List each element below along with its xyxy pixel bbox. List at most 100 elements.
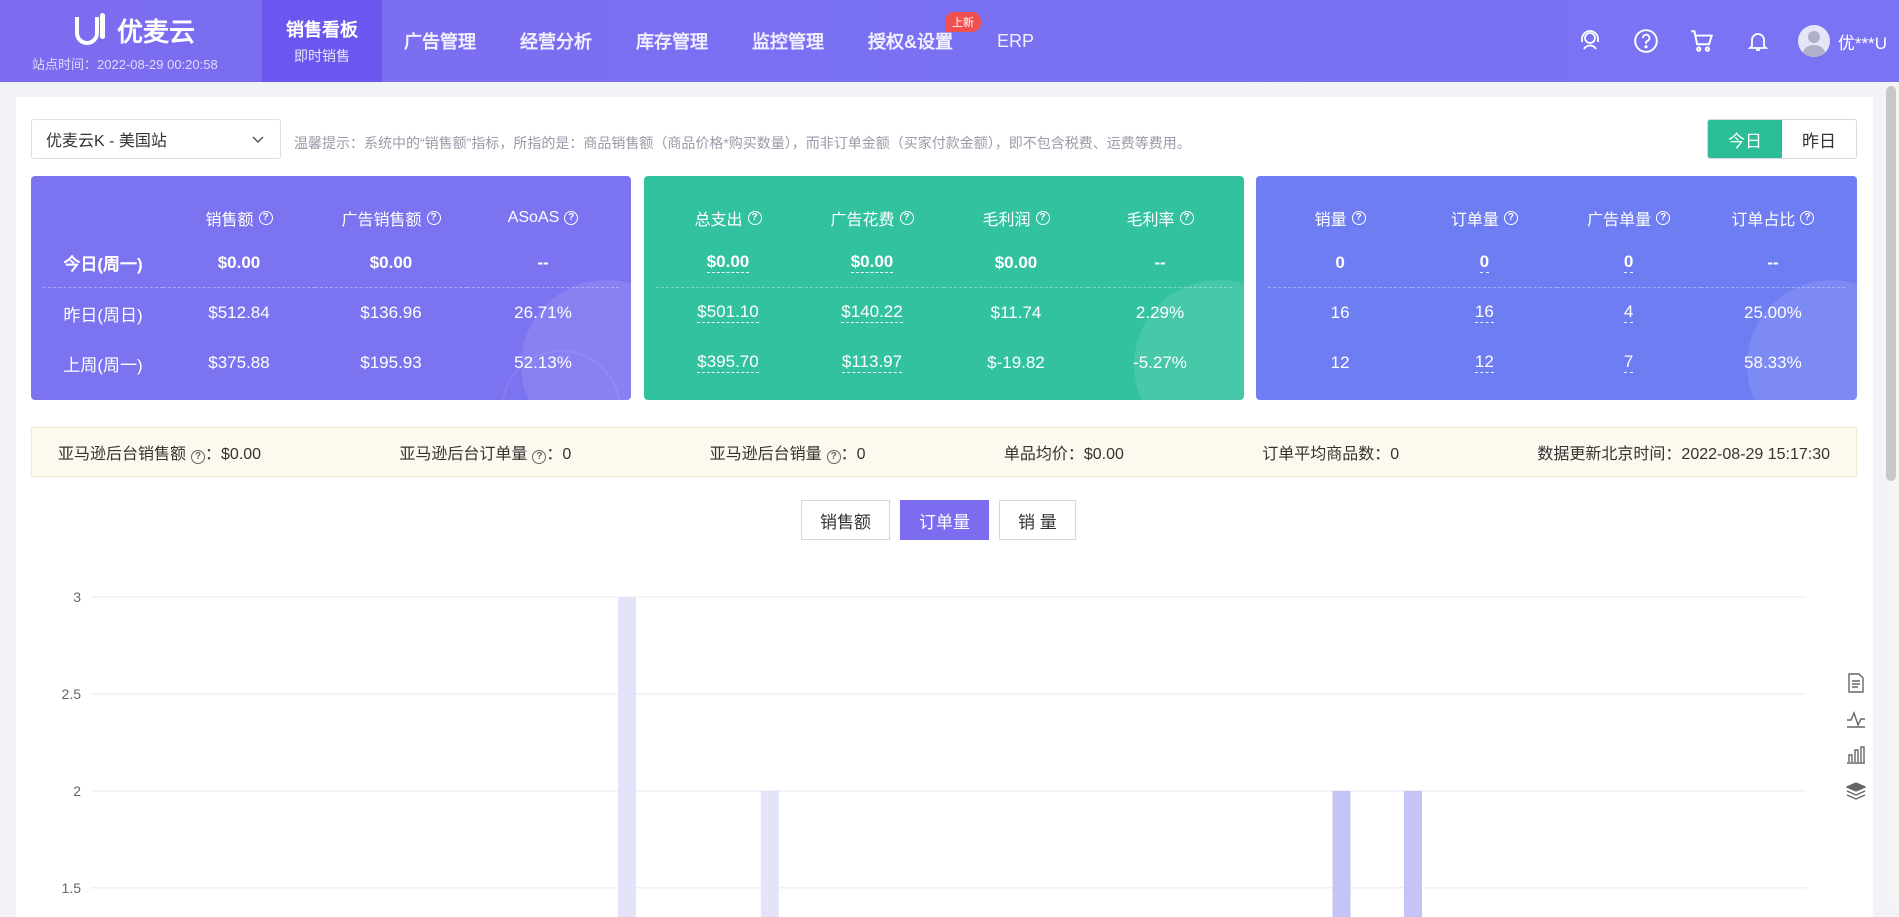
col-header: 销售额?: [163, 198, 315, 238]
stat-cell: $140.22: [800, 288, 944, 338]
stat-value: 0: [1268, 238, 1413, 288]
nav-label: 经营分析: [520, 32, 592, 52]
stat-link[interactable]: $0.00: [850, 253, 894, 273]
stat-value: 16: [1330, 303, 1350, 322]
main-panel: 优麦云K - 美国站 温馨提示：系统中的“销售额”指标，所指的是：商品销售额（商…: [16, 97, 1873, 917]
question-icon[interactable]: ?: [1656, 211, 1671, 225]
cart-icon[interactable]: [1686, 25, 1718, 57]
nav-inventory-management[interactable]: 库存管理: [614, 0, 730, 82]
stat-value: $136.96: [360, 303, 422, 322]
orders-grid: 销量? 订单量? 广告单量? 订单占比? 0 0 0 -- 16 16 4 25…: [1268, 198, 1845, 388]
scrollbar-thumb[interactable]: [1886, 86, 1896, 481]
nav-erp[interactable]: ERP: [975, 0, 1056, 82]
stat-link[interactable]: $501.10: [697, 303, 759, 323]
nav-label: 授权&设置: [868, 32, 953, 52]
stat-cell: $0.00: [656, 238, 800, 288]
stat-value: 52.13%: [514, 353, 572, 372]
nav-auth-settings[interactable]: 授权&设置 上新: [846, 0, 981, 82]
stack-icon[interactable]: [1845, 780, 1867, 802]
stat-link[interactable]: $395.70: [697, 353, 759, 373]
tab-orders[interactable]: 订单量: [900, 500, 989, 540]
stat-link[interactable]: 7: [1623, 353, 1634, 373]
page-scrollbar[interactable]: [1883, 82, 1899, 902]
col-header-label: 订单量: [1450, 212, 1499, 229]
stat-value: 58.33%: [1744, 353, 1802, 372]
question-icon[interactable]: ?: [532, 450, 547, 464]
sales-grid: 销售额? 广告销售额? ASoAS? 今日(周一) $0.00 $0.00 --…: [43, 198, 619, 388]
question-icon[interactable]: ?: [1503, 211, 1518, 225]
question-icon[interactable]: ?: [1179, 211, 1194, 225]
question-icon[interactable]: ?: [826, 450, 841, 464]
stat-cell: $113.97: [800, 338, 944, 388]
stat-cell: $501.10: [656, 288, 800, 338]
stat-link[interactable]: $113.97: [841, 353, 903, 373]
logo-text: 优麦云: [117, 17, 196, 47]
stat-value: 12: [1330, 353, 1350, 372]
summary-value: ：0: [546, 446, 572, 463]
data-view-icon[interactable]: [1845, 672, 1867, 694]
tab-units[interactable]: 销 量: [999, 500, 1076, 540]
question-icon[interactable]: ?: [1035, 211, 1050, 225]
chart-bar[interactable]: [617, 597, 636, 917]
stat-value: 25.00%: [1744, 303, 1802, 322]
app-logo[interactable]: 优麦云: [75, 12, 195, 49]
question-icon[interactable]: ?: [747, 211, 762, 225]
col-header-label: 广告销售额: [341, 212, 422, 229]
stat-link[interactable]: $0.00: [706, 253, 750, 273]
chart-bar[interactable]: [1332, 790, 1351, 917]
stat-link[interactable]: 16: [1474, 303, 1494, 323]
question-icon[interactable]: ?: [899, 211, 914, 225]
question-icon[interactable]: ?: [1351, 211, 1366, 225]
y-tick-label: 1.5: [62, 880, 82, 896]
store-select[interactable]: 优麦云K - 美国站: [31, 119, 281, 159]
nav-label: 监控管理: [752, 32, 824, 52]
nav-label: 库存管理: [636, 32, 708, 52]
avatar: [1797, 25, 1830, 57]
chart-bar[interactable]: [1403, 790, 1422, 917]
question-icon[interactable]: ?: [258, 211, 273, 225]
stat-cell: 7: [1557, 338, 1701, 388]
stat-value: $375.88: [208, 353, 270, 372]
nav-sales-board[interactable]: 销售看板 即时销售: [262, 0, 382, 82]
user-menu[interactable]: 优***U: [1797, 25, 1887, 57]
stat-link[interactable]: 12: [1474, 353, 1494, 373]
nav-ads-management[interactable]: 广告管理: [382, 0, 498, 82]
col-header: ASoAS?: [467, 198, 619, 238]
col-header-label: 总支出: [694, 212, 743, 229]
stat-link[interactable]: $140.22: [841, 303, 903, 323]
line-chart-icon[interactable]: [1845, 708, 1867, 730]
header-spacer: [43, 198, 163, 238]
help-icon[interactable]: [1630, 25, 1662, 57]
stat-link[interactable]: 4: [1623, 303, 1634, 323]
service-icon[interactable]: [1574, 25, 1606, 57]
stat-value: --: [467, 238, 619, 288]
cost-grid: 总支出? 广告花费? 毛利润? 毛利率? $0.00 $0.00 $0.00 -…: [656, 198, 1232, 388]
question-icon[interactable]: ?: [564, 211, 579, 225]
summary-amazon-orders: 亚马逊后台订单量? ：0: [399, 440, 571, 464]
stat-cell: 0: [1412, 238, 1557, 288]
nav-business-analysis[interactable]: 经营分析: [498, 0, 614, 82]
stat-cell: 4: [1557, 288, 1701, 338]
stat-value: --: [1088, 238, 1232, 288]
yesterday-button[interactable]: 昨日: [1782, 120, 1856, 158]
question-icon[interactable]: ?: [1800, 211, 1815, 225]
stat-cell: 12: [1412, 338, 1556, 388]
col-header: 销量?: [1268, 198, 1412, 238]
col-header-label: 销售额: [205, 212, 254, 229]
nav-sublabel: 即时销售: [294, 48, 350, 64]
col-header-label: 广告单量: [1587, 212, 1652, 229]
stat-link[interactable]: 0: [1479, 253, 1490, 273]
question-icon[interactable]: ?: [426, 211, 441, 225]
nav-monitor-management[interactable]: 监控管理: [730, 0, 846, 82]
bar-chart-icon[interactable]: [1845, 744, 1867, 766]
today-button[interactable]: 今日: [1708, 120, 1782, 158]
main-nav: 销售看板 即时销售 广告管理 经营分析 库存管理 监控管理 授权&设置 上新 E…: [262, 0, 1056, 82]
bell-icon[interactable]: [1742, 25, 1774, 57]
stat-link[interactable]: 0: [1623, 253, 1634, 273]
chart-bar[interactable]: [760, 790, 779, 917]
metric-tabs: 销售额 订单量 销 量: [801, 500, 1076, 540]
question-icon[interactable]: ?: [191, 450, 206, 464]
summary-label: 亚马逊后台销售额: [58, 446, 187, 463]
tab-sales[interactable]: 销售额: [801, 500, 890, 540]
orders-card: 销量? 订单量? 广告单量? 订单占比? 0 0 0 -- 16 16 4 25…: [1256, 176, 1857, 400]
